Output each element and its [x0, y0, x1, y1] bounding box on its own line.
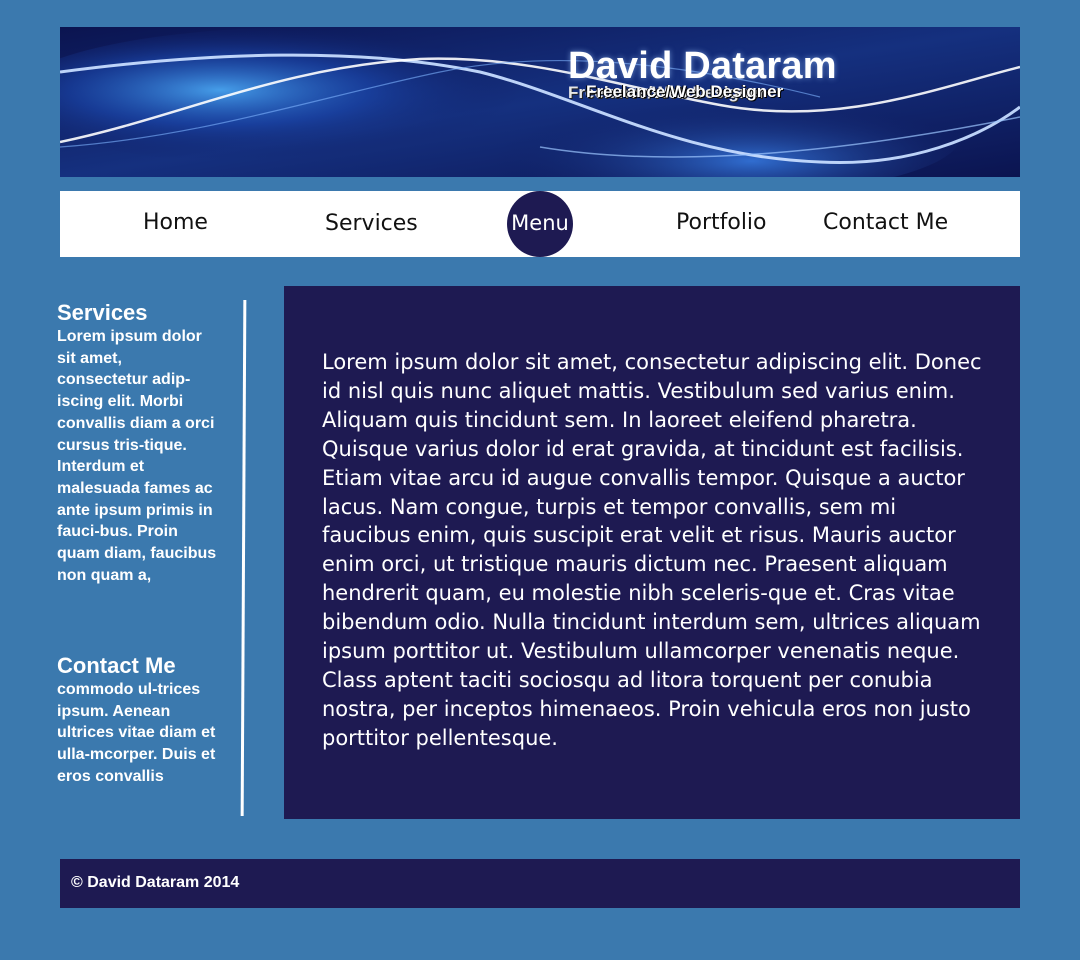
site-subtitle-group: Freelance/Web Designer Freelance/Web Des…	[568, 82, 828, 105]
header-banner: David Dataram Freelance/Web Designer Fre…	[60, 27, 1020, 177]
main-content-panel: Lorem ipsum dolor sit amet, consectetur …	[284, 286, 1020, 819]
nav-services-link[interactable]: Services	[325, 192, 418, 258]
nav-contact-link[interactable]: Contact Me	[823, 191, 948, 257]
nav-menu-button[interactable]: Menu	[507, 191, 573, 257]
site-title: David Dataram	[568, 45, 837, 87]
contact-heading: Contact Me	[57, 653, 176, 678]
sidebar-services: Services Lorem ipsum dolor sit amet, con…	[57, 300, 217, 586]
services-text: Lorem ipsum dolor sit amet, consectetur …	[57, 328, 217, 584]
sidebar-contact: Contact Me commodo ul-trices ipsum. Aene…	[57, 653, 217, 788]
services-heading: Services	[57, 300, 148, 325]
contact-text: commodo ul-trices ipsum. Aenean ultrices…	[57, 681, 216, 785]
main-body-text: Lorem ipsum dolor sit amet, consectetur …	[322, 350, 982, 750]
footer-copyright: © David Dataram 2014	[71, 874, 240, 891]
site-subtitle: Freelance/Web Designer	[586, 82, 784, 101]
banner-swoosh-graphic	[60, 27, 1020, 177]
main-navigation: Home Services Menu Portfolio Contact Me	[60, 191, 1020, 257]
nav-home-link[interactable]: Home	[143, 191, 208, 257]
footer: © David Dataram 2014	[60, 859, 1020, 908]
nav-portfolio-link[interactable]: Portfolio	[676, 191, 767, 257]
sidebar-divider	[240, 300, 247, 816]
